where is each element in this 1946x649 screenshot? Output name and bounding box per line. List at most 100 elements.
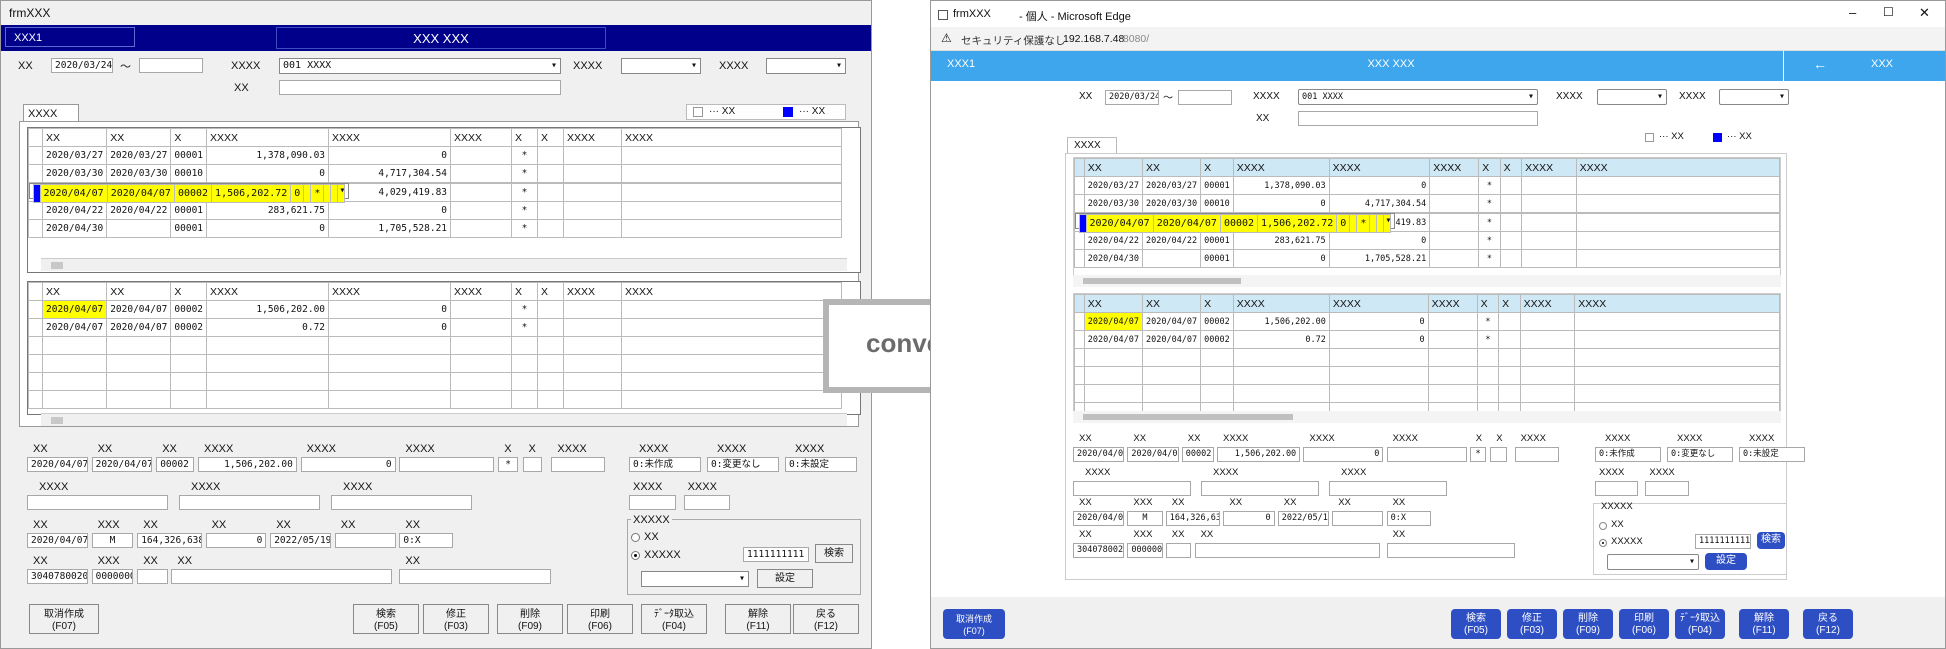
cancel-create-button[interactable]: 取消作成 (F07) (29, 604, 99, 634)
row-indicator[interactable] (28, 219, 43, 238)
column-header[interactable]: XXXX (328, 282, 452, 301)
detail-field[interactable] (1645, 481, 1689, 496)
web-cancel-create-button[interactable]: 取消作成 (F07) (943, 609, 1005, 639)
detail-grid[interactable]: XX XX X XXXX XXXX XXXX X X XXXX XXXX 2020/04/07 202… (27, 281, 861, 415)
table-row[interactable] (28, 354, 843, 373)
web-fkey-button-0[interactable]: 検索 (F05) (1451, 609, 1501, 639)
fkey-button-5[interactable]: 解除 (F11) (725, 604, 791, 634)
detail-field[interactable]: M (91, 533, 134, 548)
web-fkey-button-6[interactable]: 戻る (F12) (1803, 609, 1853, 639)
table-row-selected[interactable]: 2020/04/07 2020/04/07 00002 1,506,202.72 0 * (28, 183, 350, 203)
detail-field[interactable] (1386, 543, 1515, 558)
column-header[interactable]: XXXX (1519, 294, 1576, 313)
row-indicator[interactable] (32, 184, 41, 203)
grid2-hscrollbar[interactable] (41, 413, 847, 426)
detail-field[interactable]: 3040780020 (27, 569, 88, 584)
column-header[interactable]: X (170, 128, 208, 147)
row-indicator[interactable] (1074, 330, 1085, 349)
fkey-button-1[interactable]: 修正 (F03) (423, 604, 489, 634)
detail-field[interactable]: 0000000 (91, 569, 134, 584)
detail-field[interactable]: 00002 (156, 457, 195, 472)
detail-field[interactable] (1490, 447, 1507, 462)
column-header[interactable]: XXXX (1429, 158, 1480, 177)
table-row[interactable]: 2020/04/22 2020/04/22 00001 283,621.75 0 * (28, 201, 843, 220)
name-field[interactable] (279, 80, 561, 95)
detail-field[interactable] (629, 495, 676, 510)
row-indicator[interactable] (1074, 249, 1085, 268)
url-host[interactable]: 192.168.7.48 (1063, 33, 1124, 45)
column-header[interactable]: X (170, 282, 208, 301)
detail-field[interactable] (1194, 543, 1381, 558)
minimize-icon[interactable]: – (1849, 5, 1856, 20)
table-row[interactable]: 2020/03/30 2020/03/30 00010 0 4,717,304.54 * (28, 164, 843, 183)
detail-field[interactable] (27, 495, 168, 510)
row-indicator[interactable] (28, 300, 43, 319)
detail-field[interactable] (1073, 481, 1192, 496)
column-header[interactable]: XX (106, 282, 172, 301)
column-header[interactable]: X (1476, 294, 1500, 313)
web-date-from[interactable]: 2020/03/24 (1105, 90, 1159, 105)
detail-field[interactable] (1595, 481, 1639, 496)
detail-field[interactable] (1332, 511, 1384, 526)
row-indicator[interactable] (28, 201, 43, 220)
column-header[interactable]: XX (1141, 294, 1202, 313)
table-row-selected[interactable]: 2020/04/07 2020/04/07 00002 1,506,202.72 0 * (1074, 213, 1396, 233)
column-header[interactable]: XX (41, 128, 108, 147)
web-fkey-button-2[interactable]: 削除 (F09) (1563, 609, 1613, 639)
column-header[interactable]: XXXX (1232, 294, 1330, 313)
detail-field[interactable]: 0 (300, 457, 396, 472)
detail-field[interactable] (683, 495, 731, 510)
web-fkey-button-5[interactable]: 解除 (F11) (1739, 609, 1789, 639)
detail-field[interactable] (137, 569, 168, 584)
table-row[interactable]: 2020/03/27 2020/03/27 00001 1,378,090.03 0 * (1074, 176, 1780, 195)
detail-field[interactable]: 2020/04/07 (91, 457, 153, 472)
row-indicator[interactable] (1074, 384, 1085, 403)
column-header[interactable]: XX (41, 282, 108, 301)
column-header[interactable]: X (537, 282, 565, 301)
detail-field[interactable] (399, 569, 552, 584)
column-header[interactable]: XXXX (328, 128, 452, 147)
row-indicator[interactable] (1074, 348, 1085, 367)
detail-field[interactable]: 164,326,638 (1165, 511, 1221, 526)
detail-field[interactable]: 0:X (399, 533, 453, 548)
row-indicator[interactable] (28, 390, 43, 409)
url-rest[interactable]: :8080/ (1120, 33, 1149, 45)
header-tab[interactable]: XXX1 (5, 27, 135, 47)
status-field[interactable]: 0:未設定 (1739, 447, 1805, 462)
row-indicator[interactable] (28, 146, 43, 165)
fkey-button-4[interactable]: ﾃﾞｰﾀ取込 (F04) (641, 604, 707, 634)
table-row[interactable]: 2020/04/07 2020/04/07 00002 0.72 0 * (28, 318, 843, 337)
column-header[interactable]: X (537, 128, 565, 147)
search-code-field[interactable]: 1111111111 (743, 547, 809, 562)
detail-field[interactable]: 2020/04/07 (27, 457, 88, 472)
column-header[interactable]: XX (1141, 158, 1202, 177)
column-header[interactable]: XXXX (450, 128, 513, 147)
web-fkey-button-1[interactable]: 修正 (F03) (1507, 609, 1557, 639)
detail-field[interactable]: 00002 (1181, 447, 1214, 462)
table-row[interactable] (1074, 366, 1780, 385)
select-3[interactable] (766, 58, 846, 74)
detail-field[interactable] (399, 457, 495, 472)
row-indicator[interactable] (1074, 312, 1085, 331)
detail-field[interactable] (1165, 543, 1192, 558)
detail-field[interactable]: * (498, 457, 518, 472)
select-2[interactable] (621, 58, 701, 74)
web-search-button[interactable]: 検索 (1757, 532, 1785, 549)
table-row[interactable]: 2020/04/07 2020/04/07 00002 1,506,202.00 0 * (28, 300, 843, 319)
detail-field[interactable]: 0:X (1386, 511, 1432, 526)
column-header[interactable]: XXXX (1328, 294, 1429, 313)
fkey-button-6[interactable]: 戻る (F12) (793, 604, 859, 634)
web-grid2-hscrollbar[interactable] (1073, 411, 1781, 423)
close-icon[interactable]: ✕ (1919, 5, 1930, 21)
column-header[interactable]: XXXX (1328, 158, 1431, 177)
column-header[interactable]: XXXX (1575, 158, 1780, 177)
web-detail-grid[interactable]: XX XX X XXXX XXXX XXXX X X XXXX XXXX 2020/04/07 202… (1073, 293, 1781, 421)
web-fkey-button-3[interactable]: 印刷 (F06) (1619, 609, 1669, 639)
detail-field[interactable]: 1,506,202.00 (198, 457, 297, 472)
row-indicator[interactable] (28, 336, 43, 355)
web-header-tab[interactable]: XXX1 (947, 58, 975, 70)
table-row[interactable]: 2020/04/30 00001 0 1,705,528.21 * (28, 219, 843, 238)
row-indicator[interactable] (1074, 194, 1085, 213)
tab-main[interactable]: XXXX (23, 104, 79, 122)
column-header[interactable]: X (1498, 294, 1521, 313)
